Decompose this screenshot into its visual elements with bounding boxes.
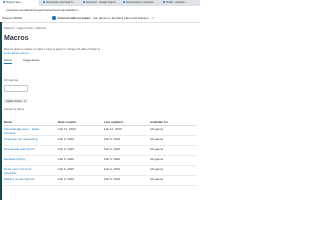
last-updated: Feb 17, 2020 [104, 127, 122, 131]
filter-chip-label: Status: Active [6, 99, 22, 103]
filter-input[interactable] [4, 85, 28, 92]
browser-tab-label: Keyboard - Google Search [86, 1, 116, 4]
browser-tab-label: Profile - Zendesk ... [166, 1, 188, 4]
browser-tab-label: Keyboarding in Zendesk... [126, 1, 156, 4]
tab-bar: Active Suggestions [4, 58, 50, 64]
macro-name[interactable]: Escalate priority [4, 157, 44, 161]
sort-note: Sorted by Name [4, 107, 25, 111]
browser-tab-label: Support Vani... [6, 1, 23, 4]
close-icon[interactable]: ✕ [152, 16, 155, 20]
learn-more-link[interactable]: Learn about macros [4, 51, 29, 55]
last-updated: Feb 9, 2020 [104, 157, 121, 161]
date-created: Feb 9, 2020 [58, 167, 75, 171]
date-created: Feb 9, 2020 [58, 137, 75, 141]
favicon-icon [3, 1, 5, 4]
filter-chip[interactable]: Status: Active ✕ [4, 99, 28, 104]
date-created: Feb 9, 2020 [58, 157, 75, 161]
last-updated: Feb 9, 2020 [104, 177, 121, 181]
app-header: Support ZD001 Connect with an expert · G… [0, 14, 200, 23]
chat-icon [52, 16, 56, 20]
favicon-icon [163, 1, 165, 4]
macro-name[interactable]: Acknowledgement – ticket received [4, 127, 44, 135]
last-updated: Feb 9, 2020 [104, 147, 121, 151]
available-for: All agents [150, 167, 164, 171]
tab-suggestions[interactable]: Suggestions [23, 58, 40, 62]
available-for: All agents [150, 157, 164, 161]
brand-name: Support ZD001 [2, 15, 23, 20]
macro-name[interactable]: Customer not responding [4, 137, 44, 141]
date-created: Feb 17, 2020 [58, 127, 76, 131]
promo-banner[interactable]: Connect with an expert · Get advice to Z… [52, 16, 154, 20]
last-updated: Feb 9, 2020 [104, 137, 121, 141]
available-for: All agents [150, 177, 164, 181]
breadcrumb[interactable]: Support > Agent tools > Macros [4, 26, 46, 30]
last-updated: Feb 9, 2020 [104, 167, 121, 171]
available-for: All agents [150, 147, 164, 151]
date-created: Feb 9, 2020 [58, 147, 75, 151]
tab-active[interactable]: Active [4, 58, 13, 64]
favicon-icon [43, 1, 45, 4]
macro-name[interactable]: Need more info from requester [4, 167, 44, 175]
macro-name[interactable]: Waiting on internal info [4, 177, 44, 181]
available-for: All agents [150, 137, 164, 141]
macro-count: 18 macros [4, 78, 19, 82]
promo-title: Connect with an expert [57, 16, 91, 20]
available-for: All agents [150, 127, 164, 131]
browser-tab-label: Automation | Zendesk S... [46, 1, 75, 4]
macro-name[interactable]: Downgrade and inform [4, 147, 44, 151]
table-row[interactable]: Waiting on internal info Feb 9, 2020 Feb… [4, 175, 196, 186]
date-created: Feb 9, 2020 [58, 177, 75, 181]
url-text: ...zendesk.com/admin/support/views?sort=… [4, 8, 81, 12]
close-icon[interactable]: ✕ [24, 100, 26, 103]
page-title: Macros [4, 35, 29, 42]
nav-rail [0, 22, 2, 200]
favicon-icon [123, 1, 125, 4]
favicon-icon [83, 1, 85, 4]
promo-text: · Get advice to Zendesk plans and featur… [90, 16, 149, 20]
